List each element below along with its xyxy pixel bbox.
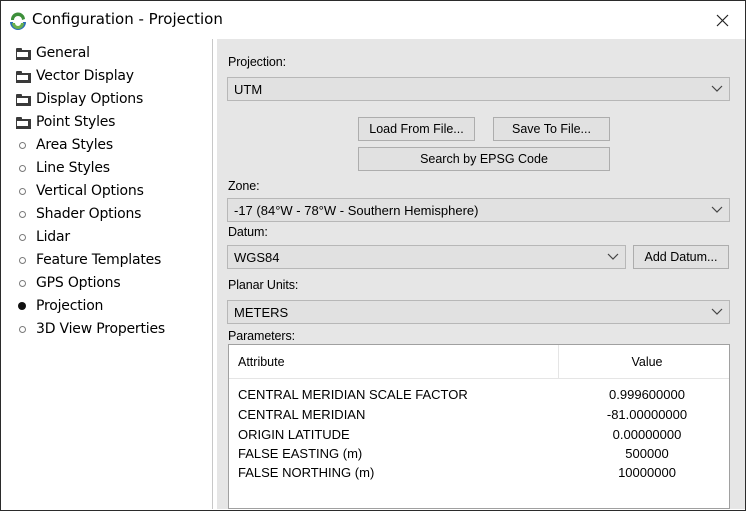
tree-item-general[interactable]: General (15, 42, 90, 64)
tree-item-label: Area Styles (36, 137, 113, 153)
bullet-icon (15, 162, 29, 174)
tree-item-label: Vertical Options (36, 183, 144, 199)
zone-select[interactable]: -17 (84°W - 78°W - Southern Hemisphere) (227, 198, 730, 222)
column-header-value[interactable]: Value (559, 345, 725, 379)
tree-item-label: Projection (36, 298, 104, 314)
table-row[interactable]: ORIGIN LATITUDE 0.00000000 (229, 427, 729, 445)
folder-icon (15, 70, 31, 83)
bullet-selected-icon (15, 300, 29, 312)
tree-item-gps-options[interactable]: GPS Options (15, 272, 121, 294)
tree-item-label: Vector Display (36, 68, 134, 84)
tree-item-display-options[interactable]: Display Options (15, 88, 143, 110)
planar-units-value: METERS (234, 304, 289, 320)
attribute-cell: CENTRAL MERIDIAN SCALE FACTOR (238, 387, 468, 402)
tree-item-vertical-options[interactable]: Vertical Options (15, 180, 144, 202)
close-icon (716, 14, 728, 26)
attribute-cell: ORIGIN LATITUDE (238, 427, 350, 442)
datum-label: Datum: (228, 225, 268, 239)
table-row[interactable]: FALSE NORTHING (m) 10000000 (229, 465, 729, 483)
tree-item-vector-display[interactable]: Vector Display (15, 65, 134, 87)
bullet-icon (15, 323, 29, 335)
datum-value: WGS84 (234, 249, 280, 265)
tree-item-label: Feature Templates (36, 252, 162, 268)
parameters-table[interactable]: Attribute Value CENTRAL MERIDIAN SCALE F… (228, 344, 730, 509)
table-header: Attribute Value (229, 345, 729, 379)
close-button[interactable] (699, 1, 745, 39)
bullet-icon (15, 254, 29, 266)
datum-select[interactable]: WGS84 (227, 245, 626, 269)
folder-icon (15, 93, 31, 106)
configuration-window: Configuration - Projection General Vecto… (0, 0, 746, 511)
tree-item-label: Line Styles (36, 160, 110, 176)
attribute-cell: FALSE EASTING (m) (238, 446, 363, 461)
attribute-cell: FALSE NORTHING (m) (238, 465, 375, 480)
load-from-file-button[interactable]: Load From File... (358, 117, 475, 141)
table-row[interactable]: FALSE EASTING (m) 500000 (229, 446, 729, 464)
tree-item-label: GPS Options (36, 275, 121, 291)
tree-item-feature-templates[interactable]: Feature Templates (15, 249, 161, 271)
window-title: Configuration - Projection (32, 10, 223, 28)
projection-label: Projection: (228, 55, 286, 69)
attribute-cell: CENTRAL MERIDIAN (238, 407, 366, 422)
table-row[interactable]: CENTRAL MERIDIAN -81.00000000 (229, 407, 729, 425)
value-cell: -81.00000000 (606, 407, 688, 422)
chevron-down-icon (711, 308, 723, 315)
value-cell: 500000 (625, 446, 669, 461)
zone-label: Zone: (228, 179, 260, 193)
chevron-down-icon (607, 253, 619, 260)
tree-item-label: General (36, 45, 90, 61)
planar-units-label: Planar Units: (228, 278, 299, 292)
tree-item-area-styles[interactable]: Area Styles (15, 134, 113, 156)
bullet-icon (15, 139, 29, 151)
tree-item-label: Display Options (36, 91, 144, 107)
parameters-label: Parameters: (228, 329, 295, 343)
planar-units-select[interactable]: METERS (227, 300, 730, 324)
tree-item-lidar[interactable]: Lidar (15, 226, 70, 248)
bullet-icon (15, 185, 29, 197)
tree-item-3d-view-properties[interactable]: 3D View Properties (15, 318, 165, 340)
chevron-down-icon (711, 206, 723, 213)
bullet-icon (15, 208, 29, 220)
tree-item-label: 3D View Properties (36, 321, 165, 337)
title-bar: Configuration - Projection (1, 1, 745, 39)
tree-item-label: Shader Options (36, 206, 142, 222)
tree-item-shader-options[interactable]: Shader Options (15, 203, 141, 225)
folder-icon (15, 47, 31, 60)
column-header-attribute[interactable]: Attribute (229, 345, 559, 379)
options-tree: General Vector Display Display Options P… (11, 39, 213, 509)
value-cell: 0.00000000 (612, 427, 682, 442)
projection-value: UTM (234, 81, 263, 97)
tree-item-point-styles[interactable]: Point Styles (15, 111, 115, 133)
value-cell: 0.999600000 (609, 387, 685, 402)
bullet-icon (15, 231, 29, 243)
search-by-epsg-button[interactable]: Search by EPSG Code (358, 147, 610, 171)
table-row[interactable]: CENTRAL MERIDIAN SCALE FACTOR 0.99960000… (229, 387, 729, 405)
chevron-down-icon (711, 85, 723, 92)
tree-item-line-styles[interactable]: Line Styles (15, 157, 110, 179)
tree-item-label: Lidar (36, 229, 70, 245)
add-datum-button[interactable]: Add Datum... (633, 245, 729, 269)
projection-select[interactable]: UTM (227, 77, 730, 101)
tree-item-projection[interactable]: Projection (15, 295, 103, 317)
value-cell: 10000000 (618, 465, 676, 480)
zone-value: -17 (84°W - 78°W - Southern Hemisphere) (234, 202, 479, 218)
projection-panel: Projection: UTM Load From File... Save T… (217, 39, 745, 509)
tree-item-label: Point Styles (36, 114, 116, 130)
folder-icon (15, 116, 31, 129)
save-to-file-button[interactable]: Save To File... (493, 117, 610, 141)
app-logo-icon (10, 12, 26, 30)
bullet-icon (15, 277, 29, 289)
